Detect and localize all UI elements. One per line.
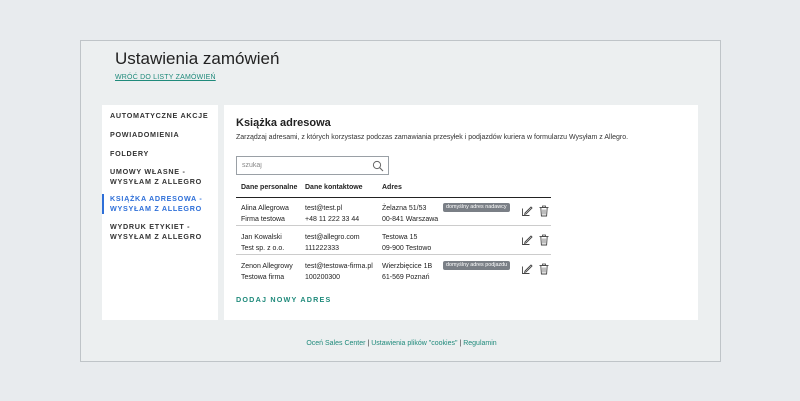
address-cell: Żelazna 51/53 00-841 Warszawa <box>382 203 438 225</box>
row-divider <box>236 225 551 226</box>
address-cell: Wierzbięcice 1B 61-569 Poznań <box>382 261 432 283</box>
contact-data-cell: test@test.pl +48 11 222 33 44 <box>305 203 359 225</box>
address-cell: Testowa 15 09-900 Testowo <box>382 232 431 254</box>
sidebar-item-automatic-actions[interactable]: AUTOMATYCZNE AKCJE <box>102 111 218 121</box>
sidebar-item-address-book[interactable]: KSIĄŻKA ADRESOWA - WYSYŁAM Z ALLEGRO <box>102 194 218 214</box>
street: Testowa 15 <box>382 234 418 241</box>
sidebar-item-label: WYSYŁAM Z ALLEGRO <box>110 177 202 186</box>
settings-frame: Ustawienia zamówień WRÓĆ DO LISTY ZAMÓWI… <box>80 40 721 362</box>
footer: Oceń Sales Center | Ustawienia plików "c… <box>81 340 722 347</box>
city: 61-569 Poznań <box>382 274 430 281</box>
table-row: Alina Allegrowa Firma testowa test@test.… <box>236 198 551 226</box>
table-row: Jan Kowalski Test sp. z o.o. test@allegr… <box>236 227 551 255</box>
page-title: Ustawienia zamówień <box>115 49 280 68</box>
city: 00-841 Warszawa <box>382 216 439 223</box>
search-box <box>236 156 389 175</box>
personal-data-cell: Jan Kowalski Test sp. z o.o. <box>241 232 284 254</box>
edit-icon[interactable] <box>521 205 533 217</box>
email: test@test.pl <box>305 205 343 212</box>
sidebar: AUTOMATYCZNE AKCJE POWIADOMIENIA FOLDERY… <box>102 105 218 320</box>
default-pickup-badge: domyślny adres podjazdu <box>443 261 511 270</box>
company-name: Test sp. z o.o. <box>241 245 285 252</box>
footer-link-cookies[interactable]: Ustawienia plików "cookies" <box>371 340 457 347</box>
trash-icon[interactable] <box>538 234 550 246</box>
sidebar-item-label: UMOWY WŁASNE - <box>110 167 186 176</box>
phone: 100200300 <box>305 274 341 281</box>
city: 09-900 Testowo <box>382 245 432 252</box>
edit-icon[interactable] <box>521 263 533 275</box>
street: Żelazna 51/53 <box>382 205 427 212</box>
personal-data-cell: Zenon Allegrowy Testowa firma <box>241 261 293 283</box>
contact-data-cell: test@allegro.com 111222333 <box>305 232 360 254</box>
table-row: Zenon Allegrowy Testowa firma test@testo… <box>236 256 551 284</box>
trash-icon[interactable] <box>538 263 550 275</box>
footer-link-terms[interactable]: Regulamin <box>463 340 496 347</box>
trash-icon[interactable] <box>538 205 550 217</box>
sidebar-item-folders[interactable]: FOLDERY <box>102 149 218 159</box>
column-header-personal: Dane personalne <box>241 184 298 191</box>
address-book-panel: Książka adresowa Zarządzaj adresami, z k… <box>224 105 698 320</box>
contact-data-cell: test@testowa-firma.pl 100200300 <box>305 261 373 283</box>
personal-data-cell: Alina Allegrowa Firma testowa <box>241 203 289 225</box>
phone: +48 11 222 33 44 <box>305 216 360 223</box>
sidebar-item-label-printing[interactable]: WYDRUK ETYKIET - WYSYŁAM Z ALLEGRO <box>102 222 218 242</box>
sidebar-item-label: KSIĄŻKA ADRESOWA - <box>110 194 203 203</box>
footer-link-rate[interactable]: Oceń Sales Center <box>306 340 365 347</box>
person-name: Alina Allegrowa <box>241 205 289 212</box>
sidebar-item-label: WYSYŁAM Z ALLEGRO <box>110 204 202 213</box>
sidebar-item-label: FOLDERY <box>110 149 149 158</box>
person-name: Zenon Allegrowy <box>241 263 293 270</box>
person-name: Jan Kowalski <box>241 234 282 241</box>
sidebar-item-label: POWIADOMIENIA <box>110 130 180 139</box>
column-header-address: Adres <box>382 184 402 191</box>
street: Wierzbięcice 1B <box>382 263 433 270</box>
sidebar-item-own-contracts[interactable]: UMOWY WŁASNE - WYSYŁAM Z ALLEGRO <box>102 167 218 187</box>
column-header-contact: Dane kontaktowe <box>305 184 363 191</box>
back-to-orders-link[interactable]: WRÓĆ DO LISTY ZAMÓWIEŃ <box>115 74 216 81</box>
sidebar-item-notifications[interactable]: POWIADOMIENIA <box>102 130 218 140</box>
company-name: Firma testowa <box>241 216 285 223</box>
row-divider <box>236 254 551 255</box>
edit-icon[interactable] <box>521 234 533 246</box>
sidebar-item-label: AUTOMATYCZNE AKCJE <box>110 111 209 120</box>
search-input[interactable] <box>237 157 367 174</box>
section-title: Książka adresowa <box>236 117 331 129</box>
company-name: Testowa firma <box>241 274 285 281</box>
phone: 111222333 <box>305 245 339 252</box>
default-sender-badge: domyślny adres nadawcy <box>443 203 510 212</box>
sidebar-item-label: WYSYŁAM Z ALLEGRO <box>110 232 202 241</box>
sidebar-item-label: WYDRUK ETYKIET - <box>110 222 191 231</box>
add-new-address-button[interactable]: DODAJ NOWY ADRES <box>236 295 331 304</box>
email: test@allegro.com <box>305 234 360 241</box>
email: test@testowa-firma.pl <box>305 263 373 270</box>
section-description: Zarządzaj adresami, z których korzystasz… <box>236 134 629 141</box>
search-icon[interactable] <box>372 160 384 172</box>
